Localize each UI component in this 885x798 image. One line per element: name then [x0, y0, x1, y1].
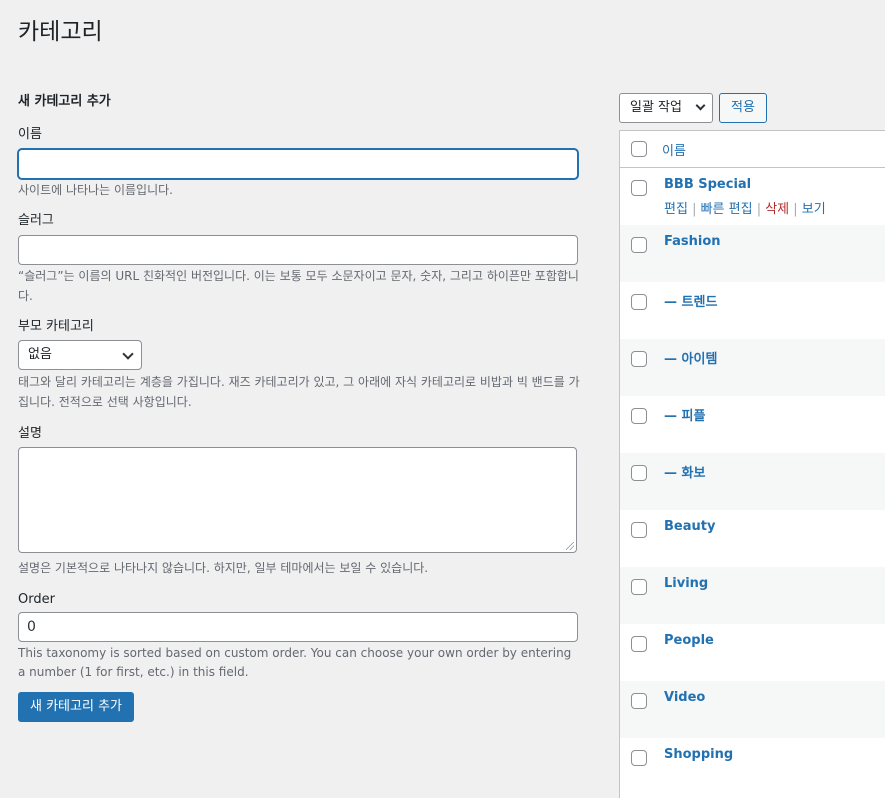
category-name-link[interactable]: BBB Special	[664, 177, 751, 192]
table-row: — 아이템	[620, 339, 885, 396]
table-row: Beauty	[620, 510, 885, 567]
category-name-link[interactable]: Beauty	[664, 519, 715, 534]
category-name-link[interactable]: Video	[664, 690, 705, 705]
table-row: People	[620, 624, 885, 681]
chevron-down-icon	[122, 348, 134, 360]
row-checkbox[interactable]	[631, 693, 647, 709]
category-name-link[interactable]: Living	[664, 576, 708, 591]
view-link[interactable]: 보기	[802, 202, 826, 217]
row-checkbox[interactable]	[631, 294, 647, 310]
description-field[interactable]	[18, 447, 577, 553]
category-name-link[interactable]: Fashion	[664, 234, 721, 249]
category-name-link[interactable]: — 화보	[664, 462, 705, 481]
name-label: 이름	[18, 127, 42, 142]
quick-edit-link[interactable]: 빠른 편집	[701, 202, 753, 217]
action-separator: |	[756, 202, 766, 217]
category-name-link[interactable]: Shopping	[664, 747, 733, 762]
category-name-link[interactable]: — 아이템	[664, 348, 717, 367]
parent-category-value: 없음	[28, 347, 52, 362]
form-heading: 새 카테고리 추가	[18, 94, 111, 109]
table-row: — 트렌드	[620, 282, 885, 339]
edit-link[interactable]: 편집	[664, 202, 688, 217]
table-header: 이름	[620, 131, 885, 168]
resize-handle-icon[interactable]	[566, 542, 574, 550]
order-field[interactable]	[18, 612, 578, 642]
slug-help: “슬러그”는 이름의 URL 친화적인 버전입니다. 이는 보통 모두 소문자이…	[18, 269, 579, 303]
category-name-link[interactable]: — 피플	[664, 405, 705, 424]
slug-label: 슬러그	[18, 213, 54, 228]
chevron-down-icon	[695, 100, 706, 111]
action-separator: |	[793, 202, 802, 217]
row-checkbox[interactable]	[631, 579, 647, 595]
category-table: 이름 BBB Special 편집 | 빠른 편집 | 삭제 | 보기 Fash…	[619, 130, 885, 798]
bulk-action-value: 일괄 작업	[630, 100, 682, 115]
page-title: 카테고리	[18, 19, 103, 45]
description-help: 설명은 기본적으로 나타나지 않습니다. 하지만, 일부 테마에서는 보일 수 …	[18, 561, 429, 575]
apply-button[interactable]: 적용	[719, 93, 767, 123]
add-category-button[interactable]: 새 카테고리 추가	[18, 692, 134, 722]
row-checkbox[interactable]	[631, 351, 647, 367]
description-label: 설명	[18, 426, 42, 441]
row-actions: 편집 | 빠른 편집 | 삭제 | 보기	[664, 198, 826, 217]
parent-help: 태그와 달리 카테고리는 계층을 가집니다. 재즈 카테고리가 있고, 그 아래…	[18, 375, 580, 409]
table-row: Video	[620, 681, 885, 738]
order-help: This taxonomy is sorted based on custom …	[18, 646, 572, 679]
add-category-form: 새 카테고리 추가 이름 사이트에 나타나는 이름입니다. 슬러그 “슬러그”는…	[18, 92, 580, 722]
table-row: BBB Special 편집 | 빠른 편집 | 삭제 | 보기	[620, 168, 885, 225]
select-all-checkbox[interactable]	[631, 141, 647, 157]
delete-link[interactable]: 삭제	[765, 202, 789, 217]
bulk-action-select[interactable]: 일괄 작업	[619, 93, 713, 123]
row-checkbox[interactable]	[631, 180, 647, 196]
row-checkbox[interactable]	[631, 750, 647, 766]
name-help: 사이트에 나타나는 이름입니다.	[18, 183, 173, 197]
table-row: — 화보	[620, 453, 885, 510]
action-separator: |	[692, 202, 701, 217]
parent-category-select[interactable]: 없음	[18, 340, 142, 370]
row-checkbox[interactable]	[631, 237, 647, 253]
table-row: Fashion	[620, 225, 885, 282]
order-label: Order	[18, 592, 55, 607]
row-checkbox[interactable]	[631, 636, 647, 652]
name-field[interactable]	[18, 149, 578, 179]
slug-field[interactable]	[18, 235, 578, 265]
table-row: Shopping	[620, 738, 885, 795]
category-name-link[interactable]: People	[664, 633, 714, 648]
column-name-header[interactable]: 이름	[662, 140, 686, 159]
row-checkbox[interactable]	[631, 408, 647, 424]
row-checkbox[interactable]	[631, 465, 647, 481]
row-checkbox[interactable]	[631, 522, 647, 538]
table-row: Living	[620, 567, 885, 624]
table-row: — 피플	[620, 396, 885, 453]
parent-label: 부모 카테고리	[18, 319, 94, 334]
category-name-link[interactable]: — 트렌드	[664, 291, 717, 310]
